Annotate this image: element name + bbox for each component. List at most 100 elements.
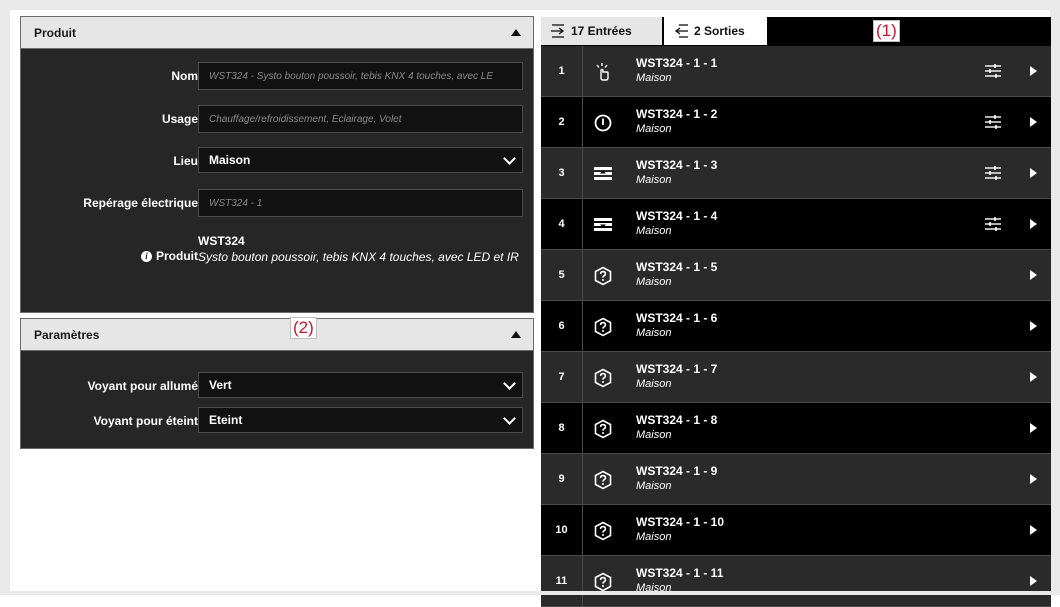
parametres-panel-header[interactable]: Paramètres bbox=[21, 319, 533, 351]
unknown-function-icon bbox=[593, 317, 613, 337]
channel-row[interactable]: 10 WST324 - 1 - 10 Maison bbox=[541, 505, 1051, 556]
collapse-up-icon[interactable] bbox=[511, 29, 521, 36]
power-toggle-icon bbox=[593, 113, 613, 133]
chevron-right-icon[interactable] bbox=[1030, 219, 1037, 229]
chevron-right-icon[interactable] bbox=[1030, 270, 1037, 280]
produit-panel-header[interactable]: Produit bbox=[21, 17, 533, 49]
tab-sorties[interactable]: 2 Sorties bbox=[663, 17, 767, 45]
channel-location: Maison bbox=[636, 72, 672, 84]
window-frame-left bbox=[0, 0, 10, 595]
channel-row[interactable]: 1 WST324 - 1 - 1 Maison bbox=[541, 46, 1051, 97]
touch-press-icon bbox=[593, 62, 613, 82]
channel-number: 11 bbox=[541, 556, 583, 606]
usage-label: Usage bbox=[161, 112, 198, 126]
annotation-2: (2) bbox=[290, 317, 317, 339]
channel-row[interactable]: 4 WST324 - 1 - 4 Maison bbox=[541, 199, 1051, 250]
produit-panel: Produit Nom Usage Lieu Maison Repérage é… bbox=[20, 16, 534, 313]
voyant-allume-label: Voyant pour allumé bbox=[87, 379, 198, 393]
parametres-panel: Paramètres Voyant pour allumé Vert Voyan… bbox=[20, 318, 534, 449]
settings-sliders-icon[interactable] bbox=[985, 115, 1001, 129]
channel-title: WST324 - 1 - 4 bbox=[636, 209, 718, 223]
chevron-right-icon[interactable] bbox=[1030, 66, 1037, 76]
channel-row[interactable]: 11 WST324 - 1 - 11 Maison bbox=[541, 556, 1051, 607]
unknown-function-icon bbox=[593, 419, 613, 439]
voyant-allume-value: Vert bbox=[209, 378, 232, 392]
lieu-row: Lieu Maison bbox=[21, 147, 533, 175]
channel-row[interactable]: 7 WST324 - 1 - 7 Maison bbox=[541, 352, 1051, 403]
channel-list: 1 WST324 - 1 - 1 Maison 2 WST324 - 1 - 2 Mais… bbox=[541, 46, 1051, 607]
channel-location: Maison bbox=[636, 378, 672, 390]
window-frame-bottom bbox=[0, 591, 1060, 595]
chevron-right-icon[interactable] bbox=[1030, 372, 1037, 382]
channel-location: Maison bbox=[636, 123, 672, 135]
channel-number: 4 bbox=[541, 199, 583, 249]
channel-row[interactable]: 8 WST324 - 1 - 8 Maison bbox=[541, 403, 1051, 454]
nom-row: Nom bbox=[21, 62, 533, 90]
chevron-right-icon[interactable] bbox=[1030, 321, 1037, 331]
channel-location: Maison bbox=[636, 174, 672, 186]
channel-row[interactable]: 2 WST324 - 1 - 2 Maison bbox=[541, 97, 1051, 148]
channel-number: 5 bbox=[541, 250, 583, 300]
channel-number: 9 bbox=[541, 454, 583, 504]
produit-panel-title: Produit bbox=[34, 25, 76, 40]
tab-entrees[interactable]: 17 Entrées bbox=[541, 17, 662, 45]
voyant-eteint-select[interactable]: Eteint bbox=[198, 407, 523, 433]
nom-field[interactable] bbox=[198, 62, 523, 90]
nom-label: Nom bbox=[171, 69, 198, 83]
channel-number: 6 bbox=[541, 301, 583, 351]
lieu-select-value: Maison bbox=[209, 153, 251, 167]
voyant-eteint-label: Voyant pour éteint bbox=[93, 414, 198, 428]
unknown-function-icon bbox=[593, 266, 613, 286]
chevron-right-icon[interactable] bbox=[1030, 117, 1037, 127]
info-icon: i bbox=[141, 250, 152, 262]
channel-title: WST324 - 1 - 3 bbox=[636, 158, 718, 172]
channel-location: Maison bbox=[636, 327, 672, 339]
channel-number: 10 bbox=[541, 505, 583, 555]
product-info-label: Produit bbox=[156, 249, 198, 263]
reperage-row: Repérage électrique bbox=[21, 189, 533, 217]
input-arrow-icon bbox=[551, 24, 565, 38]
settings-sliders-icon[interactable] bbox=[985, 64, 1001, 78]
chevron-right-icon[interactable] bbox=[1030, 423, 1037, 433]
chevron-right-icon[interactable] bbox=[1030, 576, 1037, 586]
channel-title: WST324 - 1 - 8 bbox=[636, 413, 718, 427]
channel-number: 1 bbox=[541, 46, 583, 96]
product-name: WST324 bbox=[198, 234, 245, 248]
channel-row[interactable]: 9 WST324 - 1 - 9 Maison bbox=[541, 454, 1051, 505]
voyant-eteint-row: Voyant pour éteint Eteint bbox=[21, 407, 533, 435]
unknown-function-icon bbox=[593, 572, 613, 592]
channel-title: WST324 - 1 - 10 bbox=[636, 515, 725, 529]
channel-location: Maison bbox=[636, 276, 672, 288]
lieu-select[interactable]: Maison bbox=[198, 147, 523, 173]
channel-title: WST324 - 1 - 2 bbox=[636, 107, 718, 121]
channel-title: WST324 - 1 - 11 bbox=[636, 566, 724, 580]
shutter-up-icon bbox=[593, 164, 613, 184]
channel-location: Maison bbox=[636, 531, 672, 543]
channel-number: 3 bbox=[541, 148, 583, 198]
usage-field[interactable] bbox=[198, 105, 523, 133]
chevron-right-icon[interactable] bbox=[1030, 168, 1037, 178]
voyant-allume-select[interactable]: Vert bbox=[198, 372, 523, 398]
reperage-field[interactable] bbox=[198, 189, 523, 217]
product-description: Systo bouton poussoir, tebis KNX 4 touch… bbox=[198, 250, 519, 264]
channel-row[interactable]: 6 WST324 - 1 - 6 Maison bbox=[541, 301, 1051, 352]
channel-title: WST324 - 1 - 6 bbox=[636, 311, 718, 325]
chevron-down-icon bbox=[503, 376, 516, 390]
chevron-right-icon[interactable] bbox=[1030, 474, 1037, 484]
channel-location: Maison bbox=[636, 429, 672, 441]
channel-title: WST324 - 1 - 7 bbox=[636, 362, 718, 376]
channel-title: WST324 - 1 - 5 bbox=[636, 260, 718, 274]
settings-sliders-icon[interactable] bbox=[985, 166, 1001, 180]
collapse-up-icon[interactable] bbox=[511, 331, 521, 338]
chevron-right-icon[interactable] bbox=[1030, 525, 1037, 535]
channel-number: 7 bbox=[541, 352, 583, 402]
channel-row[interactable]: 5 WST324 - 1 - 5 Maison bbox=[541, 250, 1051, 301]
channel-title: WST324 - 1 - 1 bbox=[636, 56, 718, 70]
settings-sliders-icon[interactable] bbox=[985, 217, 1001, 231]
output-arrow-icon bbox=[674, 24, 688, 38]
voyant-allume-row: Voyant pour allumé Vert bbox=[21, 372, 533, 400]
window-frame-right bbox=[1050, 0, 1060, 595]
usage-row: Usage bbox=[21, 105, 533, 133]
channel-row[interactable]: 3 WST324 - 1 - 3 Maison bbox=[541, 148, 1051, 199]
chevron-down-icon bbox=[503, 151, 516, 165]
